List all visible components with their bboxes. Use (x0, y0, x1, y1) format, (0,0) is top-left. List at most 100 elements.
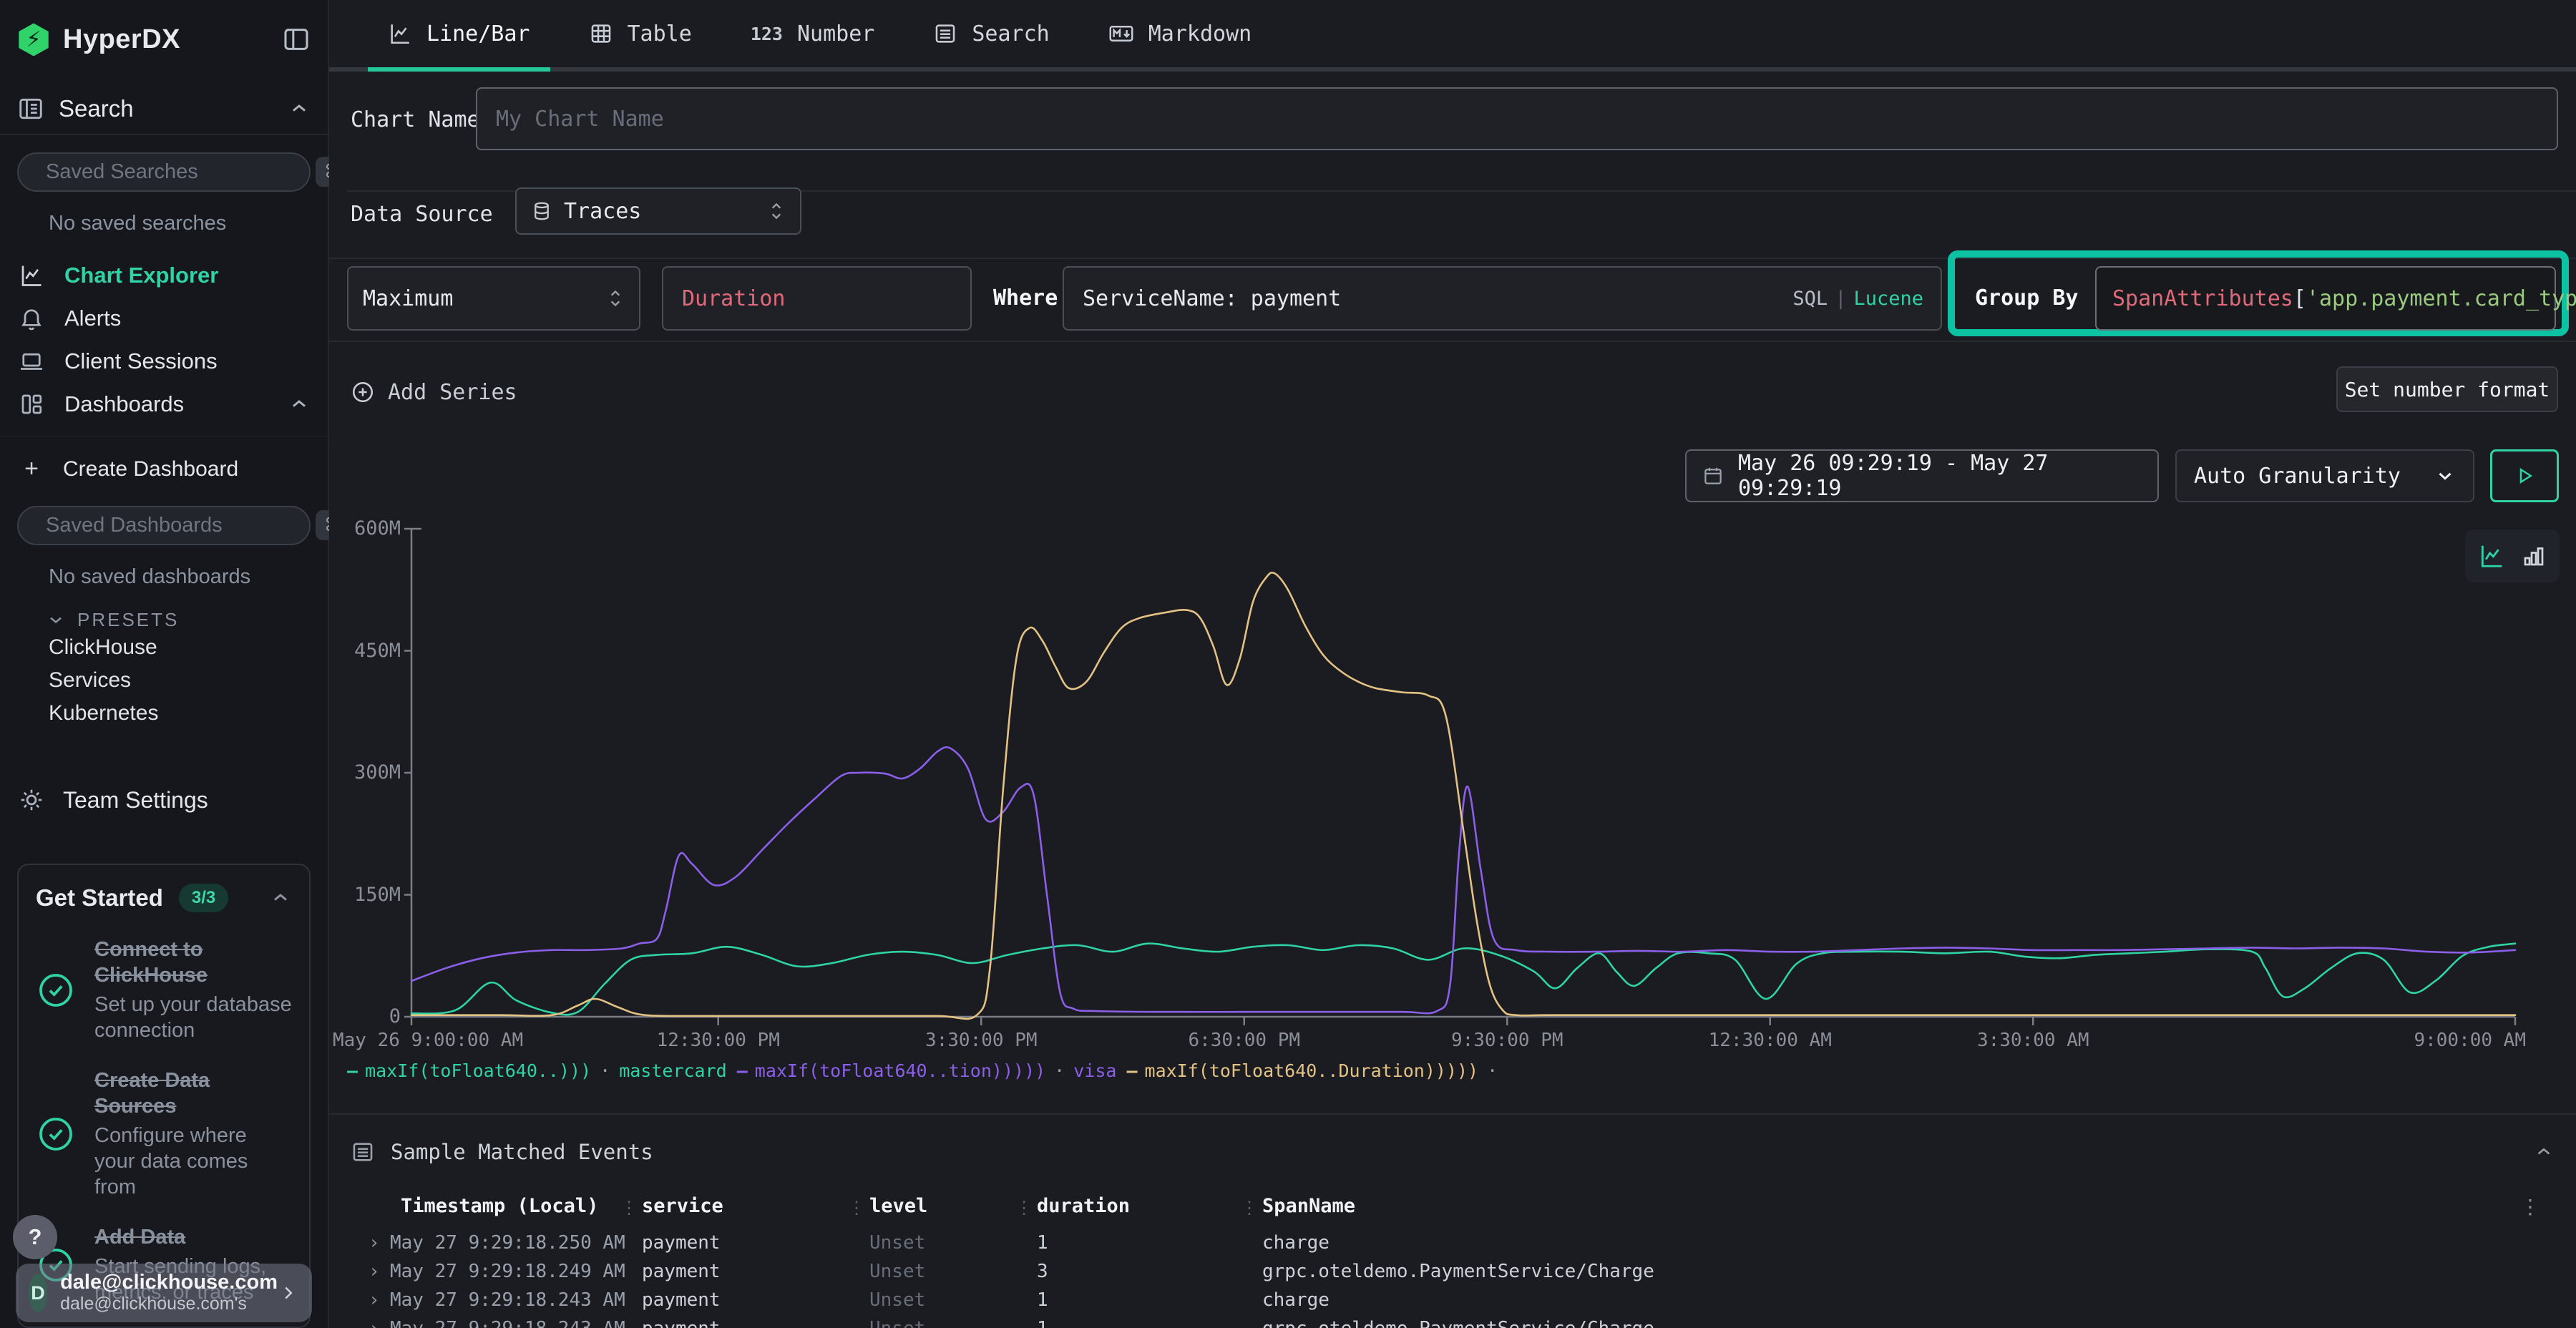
sidebar-preset-kubernetes[interactable]: Kubernetes (49, 697, 311, 730)
logo-row: ⚡ HyperDX (17, 21, 311, 58)
help-button[interactable]: ? (13, 1215, 57, 1259)
drag-handle-icon[interactable]: ⋮ (1015, 1198, 1031, 1218)
timeseries-chart[interactable]: 600M450M300M150M0 May 26 9:00:00 AM12:30… (329, 522, 2576, 1052)
tab-line-bar[interactable]: Line/Bar (368, 0, 550, 67)
cell-duration: 1 (1037, 1318, 1048, 1328)
sample-matched-events-header[interactable]: Sample Matched Events (351, 1132, 2555, 1172)
tab-number[interactable]: 123Number (731, 0, 895, 67)
row-expand-icon[interactable]: › (369, 1261, 380, 1282)
get-started-step[interactable]: Connect to ClickHouseSet up your databas… (36, 937, 292, 1043)
column-options-icon[interactable]: ⋮ (2520, 1195, 2540, 1219)
group-by-input[interactable]: SpanAttributes['app.payment.card_type'] (2095, 266, 2556, 331)
where-box: SQL|Lucene (1063, 266, 1942, 331)
sidebar-preset-clickhouse[interactable]: ClickHouse (49, 631, 311, 664)
sidebar-item-dashboards[interactable]: Dashboards (17, 383, 311, 426)
saved-searches-box[interactable]: ⌘K (17, 152, 311, 192)
create-dashboard-button[interactable]: + Create Dashboard (17, 449, 311, 488)
field-input[interactable] (663, 286, 970, 311)
get-started-progress-badge: 3/3 (179, 884, 228, 912)
granularity-select[interactable]: Auto Granularity (2175, 449, 2474, 502)
check-circle-icon (36, 1114, 76, 1154)
select-updown-icon (767, 200, 786, 222)
drag-handle-icon[interactable]: ⋮ (1241, 1198, 1257, 1218)
column-header-service[interactable]: service (642, 1195, 723, 1217)
tab-table[interactable]: Table (569, 0, 712, 67)
column-header-duration[interactable]: duration (1037, 1195, 1130, 1217)
lucene-option[interactable]: Lucene (1853, 288, 1923, 310)
legend-entry[interactable]: —maxIf(toFloat640..)))·mastercard (347, 1060, 727, 1081)
y-tick-label: 300M (329, 761, 401, 783)
tab-label: Line/Bar (426, 21, 530, 47)
get-started-steps: Connect to ClickHouseSet up your databas… (36, 937, 292, 1305)
select-updown-icon (606, 288, 625, 309)
query-language-switch[interactable]: SQL|Lucene (1792, 288, 1941, 310)
cell-duration: 1 (1037, 1232, 1048, 1254)
view-tabs: Line/Bar Table 123Number Search Markdown (329, 0, 2576, 72)
data-source-select[interactable]: Traces (515, 187, 801, 235)
get-started-step[interactable]: Create Data SourcesConfigure where your … (36, 1068, 292, 1200)
presets-toggle[interactable]: PRESETS (46, 609, 311, 631)
tab-markdown[interactable]: Markdown (1088, 0, 1272, 67)
sidebar-preset-services[interactable]: Services (49, 664, 311, 697)
tab-search[interactable]: Search (913, 0, 1069, 67)
row-expand-icon[interactable]: › (369, 1318, 380, 1328)
row-expand-icon[interactable]: › (369, 1289, 380, 1311)
set-number-format-button[interactable]: Set number format (2336, 366, 2558, 412)
sidebar-item-team-settings[interactable]: Team Settings (17, 783, 311, 818)
sidebar-item-alerts[interactable]: Alerts (17, 297, 311, 340)
table-row[interactable]: ›May 27 9:29:18.243 AMpaymentUnset1charg… (329, 1289, 2576, 1318)
row-expand-icon[interactable]: › (369, 1232, 380, 1254)
sidebar-item-chart-explorer[interactable]: Chart Explorer (17, 254, 311, 297)
line-chart-icon (388, 21, 412, 46)
column-header-spanname[interactable]: SpanName (1262, 1195, 1355, 1217)
saved-dashboards-box[interactable]: ⌘K (17, 506, 311, 545)
table-row[interactable]: ›May 27 9:29:18.249 AMpaymentUnset3grpc.… (329, 1261, 2576, 1289)
tab-label: Search (972, 21, 1049, 47)
table-row[interactable]: ›May 27 9:29:18.250 AMpaymentUnset1charg… (329, 1232, 2576, 1261)
events-table: Timestamp (Local)⋮service⋮level⋮duration… (329, 1188, 2576, 1328)
plus-circle-icon (351, 380, 375, 404)
chevron-up-icon[interactable] (288, 97, 311, 120)
sql-option[interactable]: SQL (1792, 288, 1828, 310)
cell-level: Unset (869, 1232, 925, 1254)
table-row[interactable]: ›May 27 9:29:18.243 AMpaymentUnset1grpc.… (329, 1318, 2576, 1328)
cell-level: Unset (869, 1318, 925, 1328)
collapse-sidebar-button[interactable] (282, 25, 311, 54)
cell-spanname: charge (1262, 1232, 1330, 1254)
run-query-button[interactable] (2490, 449, 2559, 502)
chevron-up-icon[interactable] (2533, 1141, 2555, 1163)
chevron-down-icon (2434, 465, 2456, 487)
chevron-up-icon[interactable] (288, 393, 311, 416)
user-email: dale@clickhouse.com (60, 1271, 278, 1294)
divider (0, 134, 328, 135)
cell-service: payment (642, 1261, 721, 1282)
cell-duration: 3 (1037, 1261, 1048, 1282)
x-tick-label: 12:30:00 PM (657, 1030, 780, 1051)
saved-dashboards-input[interactable] (46, 514, 316, 537)
sidebar-item-search[interactable]: Search (17, 94, 311, 124)
cell-spanname: grpc.oteldemo.PaymentService/Charge (1262, 1261, 1654, 1282)
column-header-level[interactable]: level (869, 1195, 927, 1217)
sidebar-item-client-sessions[interactable]: Client Sessions (17, 340, 311, 383)
add-series-button[interactable]: Add Series (351, 374, 517, 411)
date-range-picker[interactable]: May 26 09:29:19 - May 27 09:29:19 (1685, 449, 2159, 502)
drag-handle-icon[interactable]: ⋮ (620, 1198, 636, 1218)
cell-timestamp-local-: May 27 9:29:18.243 AM (390, 1318, 625, 1328)
user-menu[interactable]: D dale@clickhouse.com dale@clickhouse.co… (16, 1264, 312, 1322)
cell-level: Unset (869, 1289, 925, 1311)
y-tick-label: 450M (329, 640, 401, 662)
saved-searches-input[interactable] (46, 160, 316, 184)
dashboard-grid-icon (17, 391, 46, 417)
chevron-up-icon[interactable] (269, 887, 292, 909)
step-text: Connect to ClickHouseSet up your databas… (94, 937, 292, 1043)
column-header-timestamp-local-[interactable]: Timestamp (Local) (401, 1195, 598, 1217)
cell-service: payment (642, 1318, 721, 1328)
legend-entry[interactable]: —maxIf(toFloat640..Duration)))))· (1126, 1060, 1506, 1081)
get-started-title: Get Started (36, 884, 163, 912)
chart-name-input[interactable] (477, 107, 2557, 132)
where-input[interactable] (1064, 286, 1792, 311)
step-desc: Set up your database connection (94, 992, 292, 1044)
legend-entry[interactable]: —maxIf(toFloat640..tion)))))·visa (737, 1060, 1117, 1081)
drag-handle-icon[interactable]: ⋮ (848, 1198, 864, 1218)
aggregation-select[interactable]: Maximum (347, 266, 640, 331)
